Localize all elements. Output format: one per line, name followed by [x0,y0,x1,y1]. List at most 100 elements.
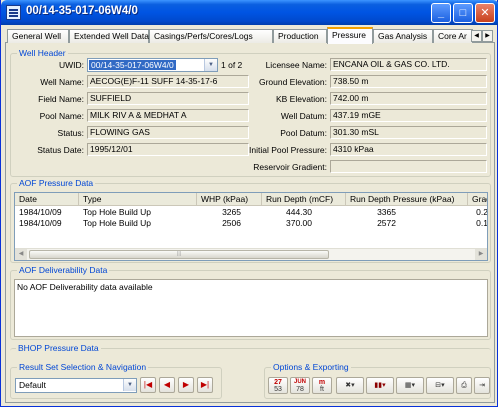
aof-deliverability-group: AOF Deliverability Data No AOF Deliverab… [10,265,491,340]
well-name-field: AECOG(E)F-11 SUFF 14-35-17-6 [87,75,249,88]
initial-pool-pressure-label: Initial Pool Pressure: [249,145,327,155]
licensee-field: ENCANA OIL & GAS CO. LTD. [330,58,487,71]
aof-pressure-table[interactable]: Date Type WHP (kPaa) Run Depth (mCF) Run… [14,192,488,261]
options-toolbar: 27 53 JUN 78 m ft ✖▾ ▮▮▾ ▦▾ ⊟▾ ⎙ ⇥ [268,377,490,395]
pool-datum-label: Pool Datum: [280,128,327,138]
calendar-date-button[interactable]: JUN 78 [290,377,310,394]
initial-pool-pressure-field: 4310 kPaa [330,143,487,156]
tab-gas-analysis[interactable]: Gas Analysis [373,29,433,43]
result-set-value: Default [19,380,46,390]
scroll-left-icon[interactable]: ◀ [15,249,27,260]
uwid-label: UWID: [58,60,84,70]
status-date-label: Status Date: [37,145,84,155]
calendar-day: 27 [274,379,282,386]
bhop-pressure-group: BHOP Pressure Data [10,343,491,354]
column-header-run-depth-pressure[interactable]: Run Depth Pressure (kPaa) [346,193,468,206]
reservoir-gradient-field [330,160,487,173]
tab-pressure[interactable]: Pressure [327,27,373,44]
exit-button[interactable]: ⇥ [474,377,490,394]
calendar-date-day: 78 [296,386,304,393]
aof-deliverability-legend: AOF Deliverability Data [17,265,110,275]
tab-scroll-right-icon[interactable]: ▶ [482,30,493,42]
chevron-down-icon[interactable]: ▼ [204,59,217,71]
export-button[interactable]: ⊟▾ [426,377,454,394]
aof-pressure-group: AOF Pressure Data Date Type WHP (kPaa) R… [10,178,491,263]
cell-whp: 3265 [222,207,241,217]
field-name-label: Field Name: [38,94,84,104]
last-record-button[interactable]: ▶| [197,377,213,393]
units-metric: m [318,379,326,386]
chart-icon: ▮▮▾ [374,382,386,389]
bhop-pressure-legend: BHOP Pressure Data [16,343,101,353]
tab-scroll-left-icon[interactable]: ◀ [471,30,482,42]
well-name-label: Well Name: [40,77,84,87]
cell-type: Top Hole Build Up [83,218,152,228]
cell-date: 1984/10/09 [19,218,62,228]
units-toggle-button[interactable]: m ft [312,377,332,394]
exit-icon: ⇥ [479,382,485,389]
cell-gradient: 0.1 [476,218,488,228]
status-field: FLOWING GAS [87,126,249,139]
uwid-select[interactable]: 00/14-35-017-06W4/0 ▼ [87,58,218,72]
column-header-gradient[interactable]: Grad [468,193,487,206]
cell-whp: 2506 [222,218,241,228]
pool-datum-field: 301.30 mSL [330,126,487,139]
pressure-panel: Well Header UWID: 00/14-35-017-06W4/0 ▼ … [5,43,495,403]
column-header-type[interactable]: Type [79,193,197,206]
column-header-whp[interactable]: WHP (kPaa) [197,193,262,206]
tab-casings-perfs-cores-logs[interactable]: Casings/Perfs/Cores/Logs [149,29,273,43]
previous-record-button[interactable]: ◀ [159,377,175,393]
previous-icon: ◀ [163,380,171,389]
pool-name-field: MILK RIV A & MEDHAT A [87,109,249,122]
tools-button[interactable]: ✖▾ [336,377,364,394]
chart-button[interactable]: ▮▮▾ [366,377,394,394]
reservoir-gradient-label: Reservoir Gradient: [253,162,327,172]
application-window: 00/14-35-017-06W4/0 _ □ ✕ General Well E… [0,0,498,407]
maximize-button[interactable]: □ [453,3,473,23]
cell-run-depth: 370.00 [286,218,312,228]
tab-strip: General Well Extended Well Data Casings/… [5,27,495,44]
result-set-legend: Result Set Selection & Navigation [17,362,149,372]
cell-type: Top Hole Build Up [83,207,152,217]
well-header-group: Well Header UWID: 00/14-35-017-06W4/0 ▼ … [10,48,491,177]
calendar-month: JUN [293,379,306,385]
navigation-buttons: |◀ ◀ ▶ ▶| [140,377,220,394]
title-bar[interactable]: 00/14-35-017-06W4/0 _ □ ✕ [1,0,498,25]
cell-gradient: 0.2 [476,207,488,217]
column-header-run-depth[interactable]: Run Depth (mCF) [262,193,346,206]
calendar-day-button[interactable]: 27 53 [268,377,288,394]
horizontal-scrollbar[interactable]: ◀ ||| ▶ [15,248,487,260]
next-record-button[interactable]: ▶ [178,377,194,393]
scroll-right-icon[interactable]: ▶ [475,249,487,260]
cell-date: 1984/10/09 [19,207,62,217]
chevron-down-icon[interactable]: ▼ [123,379,136,391]
status-label: Status: [57,128,84,138]
tab-general-well[interactable]: General Well [7,29,69,43]
tools-icon: ✖▾ [345,382,355,389]
aof-pressure-header: Date Type WHP (kPaa) Run Depth (mCF) Run… [15,193,487,206]
next-icon: ▶ [182,380,190,389]
export-icon: ⊟▾ [435,382,445,389]
ground-elevation-field: 738.50 m [330,75,487,88]
well-header-legend: Well Header [17,48,68,58]
uwid-count: 1 of 2 [221,60,243,70]
tab-production[interactable]: Production [273,29,327,43]
scrollbar-thumb[interactable]: ||| [29,250,329,259]
print-button[interactable]: ⎙ [456,377,472,394]
window-title: 00/14-35-017-06W4/0 [26,5,138,17]
kb-elevation-field: 742.00 m [330,92,487,105]
result-set-group: Result Set Selection & Navigation Defaul… [10,362,222,399]
well-datum-field: 437.19 mGE [330,109,487,122]
close-button[interactable]: ✕ [475,3,495,23]
report-button[interactable]: ▦▾ [396,377,424,394]
units-imperial: ft [320,386,324,393]
tab-core-analysis[interactable]: Core Ar [433,29,473,43]
minimize-button[interactable]: _ [431,3,451,23]
cell-run-depth: 444.30 [286,207,312,217]
column-header-date[interactable]: Date [15,193,79,206]
result-set-select[interactable]: Default ▼ [15,378,137,393]
ground-elevation-label: Ground Elevation: [258,77,327,87]
aof-pressure-legend: AOF Pressure Data [17,178,96,188]
first-record-button[interactable]: |◀ [140,377,156,393]
tab-extended-well-data[interactable]: Extended Well Data [69,29,149,43]
